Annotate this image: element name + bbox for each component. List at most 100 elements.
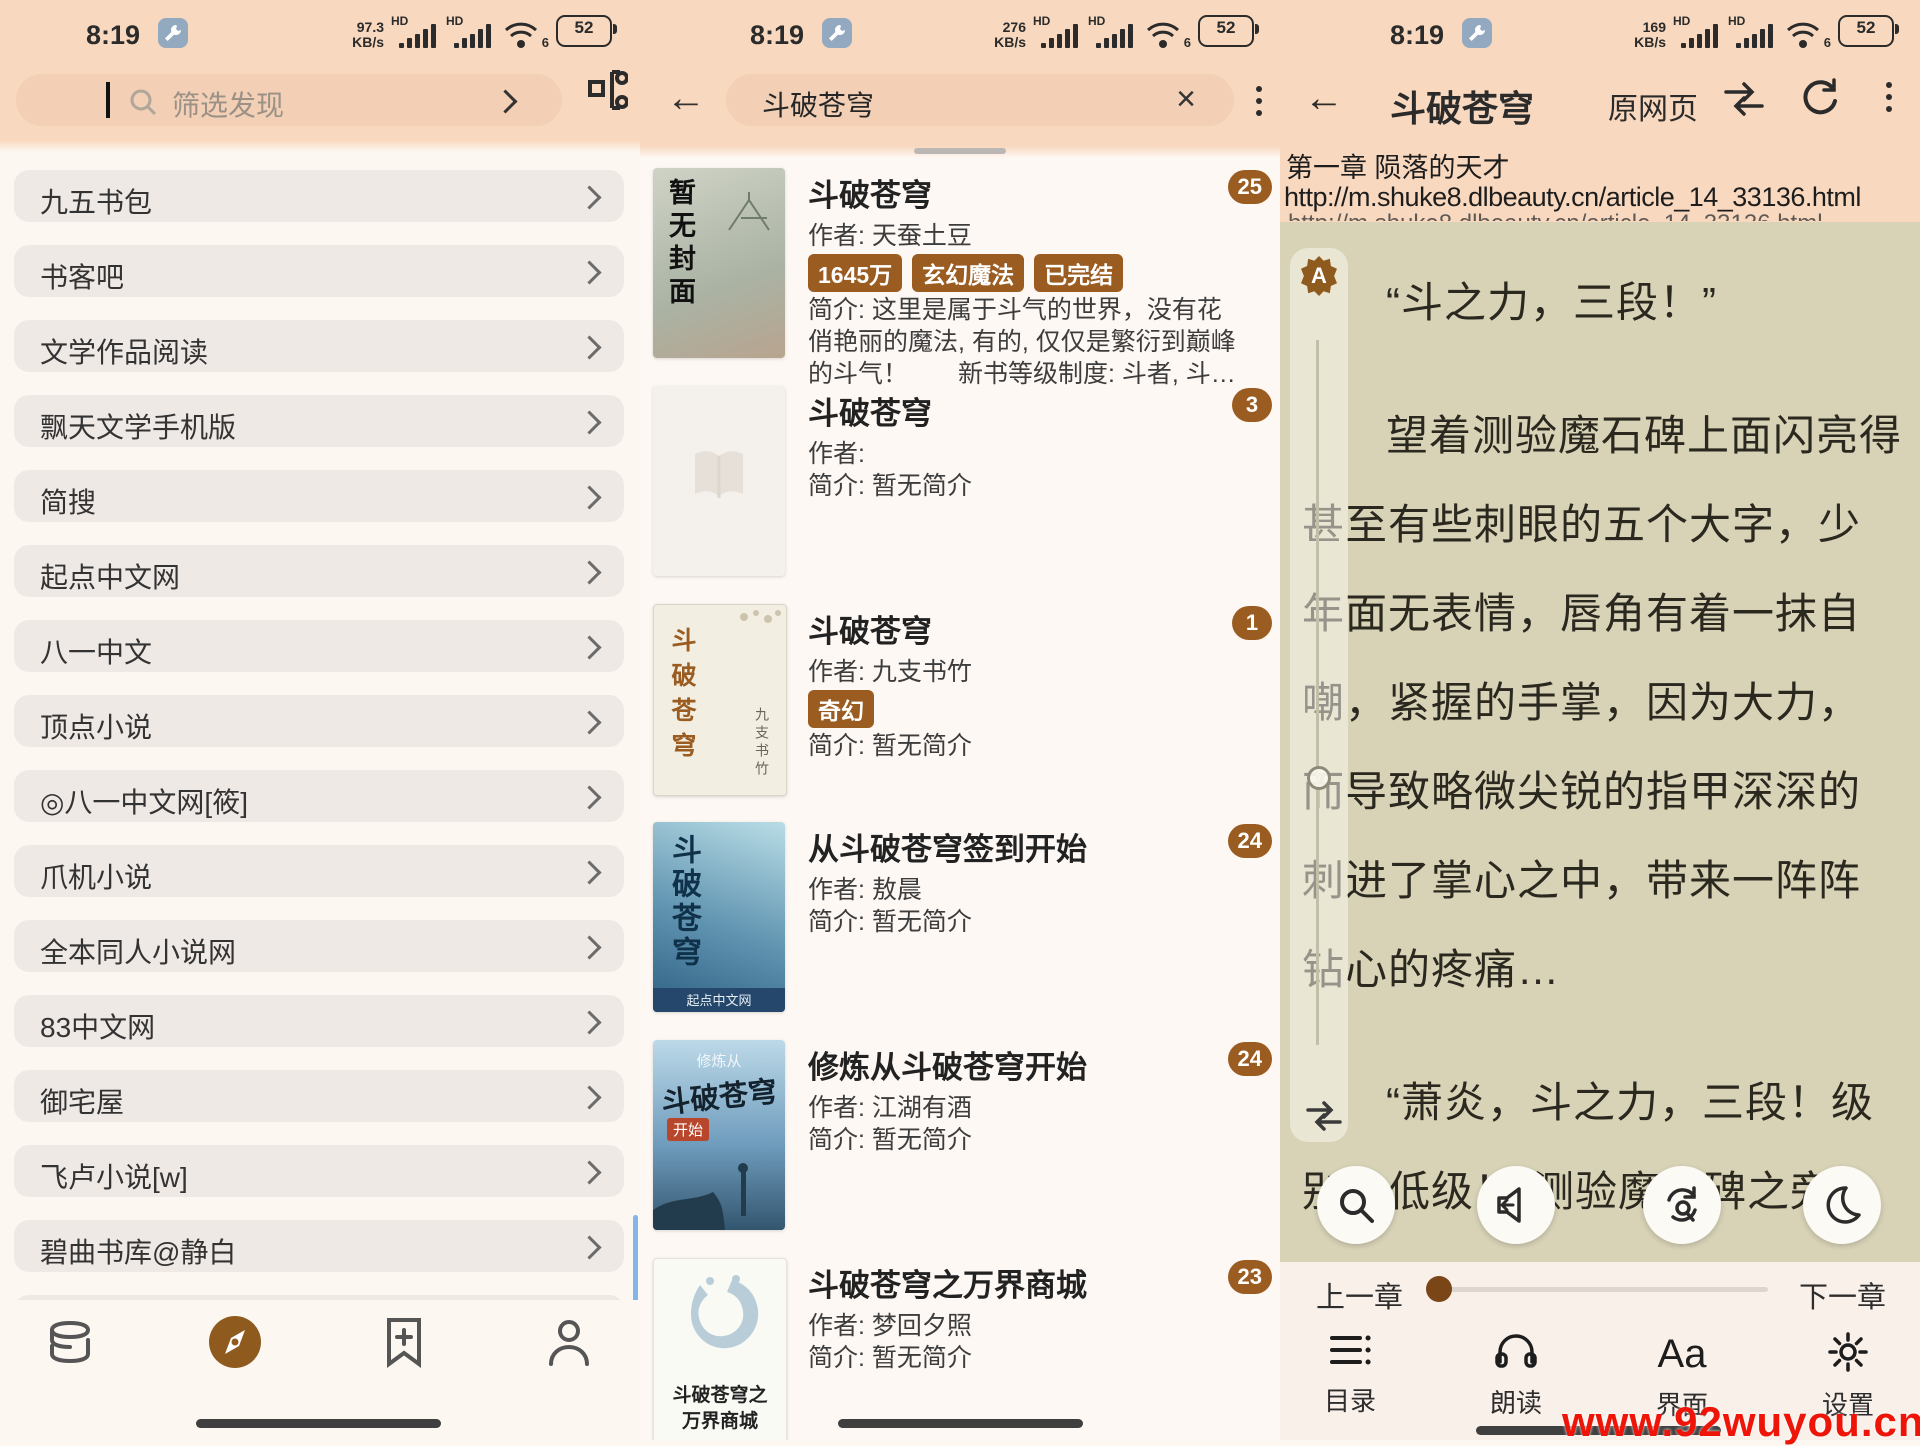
open-original-link[interactable]: 原网页: [1608, 84, 1698, 128]
source-item[interactable]: 碧曲书库@静白: [14, 1220, 624, 1272]
chapter-progress-track[interactable]: [1432, 1287, 1768, 1292]
wifi-icon: 6: [1785, 14, 1829, 50]
source-item[interactable]: 飘天文学手机版: [14, 395, 624, 447]
book-cover: 斗破苍穹 九支书竹: [653, 604, 787, 796]
search-query: 斗破苍穹: [762, 84, 874, 124]
reader-screen: 8:19 169KB/s HD HD 6 52 ← 斗破苍穹 原网页 第一章 陨…: [1280, 0, 1920, 1440]
tab-subscribe[interactable]: [372, 1310, 436, 1374]
chevron-right-icon[interactable]: [493, 89, 517, 113]
source-item[interactable]: 83中文网: [14, 995, 624, 1047]
signal-icon-sim1: HD: [1675, 14, 1721, 50]
next-chapter-button[interactable]: 下一章: [1799, 1274, 1886, 1316]
source-item[interactable]: 简搜: [14, 470, 624, 522]
read-aloud-tab[interactable]: 朗读: [1456, 1332, 1576, 1420]
tag-badge: 奇幻: [808, 690, 874, 728]
source-item[interactable]: 御宅屋: [14, 1070, 624, 1122]
night-mode-button[interactable]: [1803, 1166, 1881, 1244]
list-drag-handle: [914, 148, 1006, 154]
signal-icon-sim2: HD: [1090, 14, 1136, 50]
back-arrow-icon[interactable]: ←: [1304, 76, 1344, 121]
search-result[interactable]: 斗破苍穹 起点中文网 从斗破苍穹签到开始 作者: 敖晨 简介: 暂无简介 24: [640, 818, 1280, 1036]
source-item[interactable]: 书客吧: [14, 245, 624, 297]
chapter-progress-knob[interactable]: [1426, 1276, 1452, 1302]
search-screen: 8:19 276KB/s HD HD 6 52 ← 斗破苍穹 × 暂无封面: [640, 0, 1280, 1440]
tab-explore-active[interactable]: [203, 1310, 267, 1374]
clear-icon[interactable]: ×: [1176, 80, 1196, 119]
discover-screen: 8:19 97.3KB/s HD HD 6 52 筛选发现: [0, 0, 640, 1440]
net-speed: 169KB/s: [1634, 20, 1666, 50]
wifi-icon: 6: [503, 14, 547, 50]
more-menu-icon[interactable]: [1256, 86, 1262, 116]
home-indicator[interactable]: [196, 1419, 441, 1428]
book-cover: 斗破苍穹之 万界商城: [653, 1258, 787, 1440]
font-size-badge[interactable]: A: [1301, 256, 1337, 296]
source-item[interactable]: 起点中文网: [14, 545, 624, 597]
search-result[interactable]: 斗破苍穹之 万界商城 斗破苍穹之万界商城 作者: 梦回夕照 简介: 暂无简介 2…: [640, 1254, 1280, 1440]
clock: 8:19: [86, 20, 140, 51]
source-count-badge: 24: [1228, 1042, 1272, 1076]
bottom-nav: [0, 1300, 640, 1400]
tag-badge: 1645万: [808, 254, 902, 292]
net-speed: 276KB/s: [994, 20, 1026, 50]
search-input[interactable]: 斗破苍穹 ×: [726, 74, 1234, 126]
home-indicator[interactable]: [838, 1419, 1083, 1428]
clock: 8:19: [1390, 20, 1444, 51]
clock: 8:19: [750, 20, 804, 51]
book-cover: 暂无封面: [653, 168, 785, 358]
source-item[interactable]: 全本同人小说网: [14, 920, 624, 972]
book-cover: 斗破苍穹 起点中文网: [653, 822, 785, 1012]
tag-badge: 已完结: [1034, 254, 1123, 292]
toc-button[interactable]: 目录: [1290, 1332, 1410, 1418]
battery-icon: 52: [1198, 15, 1254, 47]
source-group-icon[interactable]: [588, 66, 628, 119]
tab-profile[interactable]: [537, 1310, 601, 1374]
change-source-icon[interactable]: [1722, 80, 1766, 123]
tab-bookshelf[interactable]: [38, 1310, 102, 1374]
signal-icon-sim1: HD: [393, 14, 439, 50]
read-aloud-button[interactable]: [1477, 1166, 1555, 1244]
page-url: http://m.shuke8.dlbeauty.cn/article_14_3…: [1284, 182, 1861, 213]
search-result[interactable]: 修炼从 斗破苍穹 开始 修炼从斗破苍穹开始 作者: 江湖有酒 简介: 暂无简介 …: [640, 1036, 1280, 1254]
prev-chapter-button[interactable]: 上一章: [1316, 1274, 1403, 1316]
book-cover-placeholder: [653, 386, 785, 576]
wrench-icon: [1462, 18, 1492, 48]
search-placeholder: 筛选发现: [172, 84, 284, 124]
status-bar: 8:19 169KB/s HD HD 6 52: [1280, 12, 1920, 56]
source-count-badge: 3: [1232, 388, 1272, 422]
search-icon: [128, 87, 158, 122]
search-in-book-button[interactable]: [1317, 1166, 1395, 1244]
refresh-icon[interactable]: [1800, 76, 1840, 121]
source-item[interactable]: ◎八一中文网[筱]: [14, 770, 624, 822]
source-count-badge: 1: [1232, 606, 1272, 640]
reading-page[interactable]: “斗之力，三段！” 望着测验魔石碑上面闪亮得甚至有些刺眼的五个大字，少年面无表情…: [1280, 222, 1920, 1262]
text-cursor: [106, 82, 110, 118]
battery-icon: 52: [1838, 15, 1894, 47]
signal-icon-sim2: HD: [1730, 14, 1776, 50]
source-item[interactable]: 九五书包: [14, 170, 624, 222]
source-item[interactable]: 飞卢小说[w]: [14, 1145, 624, 1197]
swap-horizontal-icon[interactable]: [1306, 1100, 1342, 1137]
refresh-source-button[interactable]: [1643, 1166, 1721, 1244]
search-result[interactable]: 斗破苍穹 作者: 简介: 暂无简介 3: [640, 382, 1280, 600]
source-count-badge: 24: [1228, 824, 1272, 858]
source-item[interactable]: 文学作品阅读: [14, 320, 624, 372]
book-title: 斗破苍穹: [1390, 80, 1534, 132]
more-menu-icon[interactable]: [1886, 82, 1892, 112]
search-result[interactable]: 斗破苍穹 九支书竹 斗破苍穹 作者: 九支书竹 奇幻 简介: 暂无简介 1: [640, 600, 1280, 818]
status-bar: 8:19 97.3KB/s HD HD 6 52: [0, 12, 640, 56]
net-speed: 97.3KB/s: [352, 20, 384, 50]
wrench-icon: [822, 18, 852, 48]
tag-badge: 玄幻魔法: [912, 254, 1024, 292]
font-size-slider[interactable]: A: [1290, 248, 1348, 1142]
source-item[interactable]: 爪机小说: [14, 845, 624, 897]
chapter-title: 第一章 陨落的天才: [1286, 146, 1510, 185]
discover-search-bar[interactable]: 筛选发现: [16, 74, 562, 126]
source-count-badge: 23: [1228, 1260, 1272, 1294]
search-result[interactable]: 暂无封面 斗破苍穹 作者: 天蚕土豆 1645万 玄幻魔法 已完结 简介: 这里…: [640, 164, 1280, 382]
source-item[interactable]: 顶点小说: [14, 695, 624, 747]
slider-knob[interactable]: [1307, 766, 1331, 790]
watermark: www.92wuyou.cn: [1562, 1398, 1920, 1446]
source-item[interactable]: 八一中文: [14, 620, 624, 672]
signal-icon-sim2: HD: [448, 14, 494, 50]
back-arrow-icon[interactable]: ←: [666, 76, 706, 121]
